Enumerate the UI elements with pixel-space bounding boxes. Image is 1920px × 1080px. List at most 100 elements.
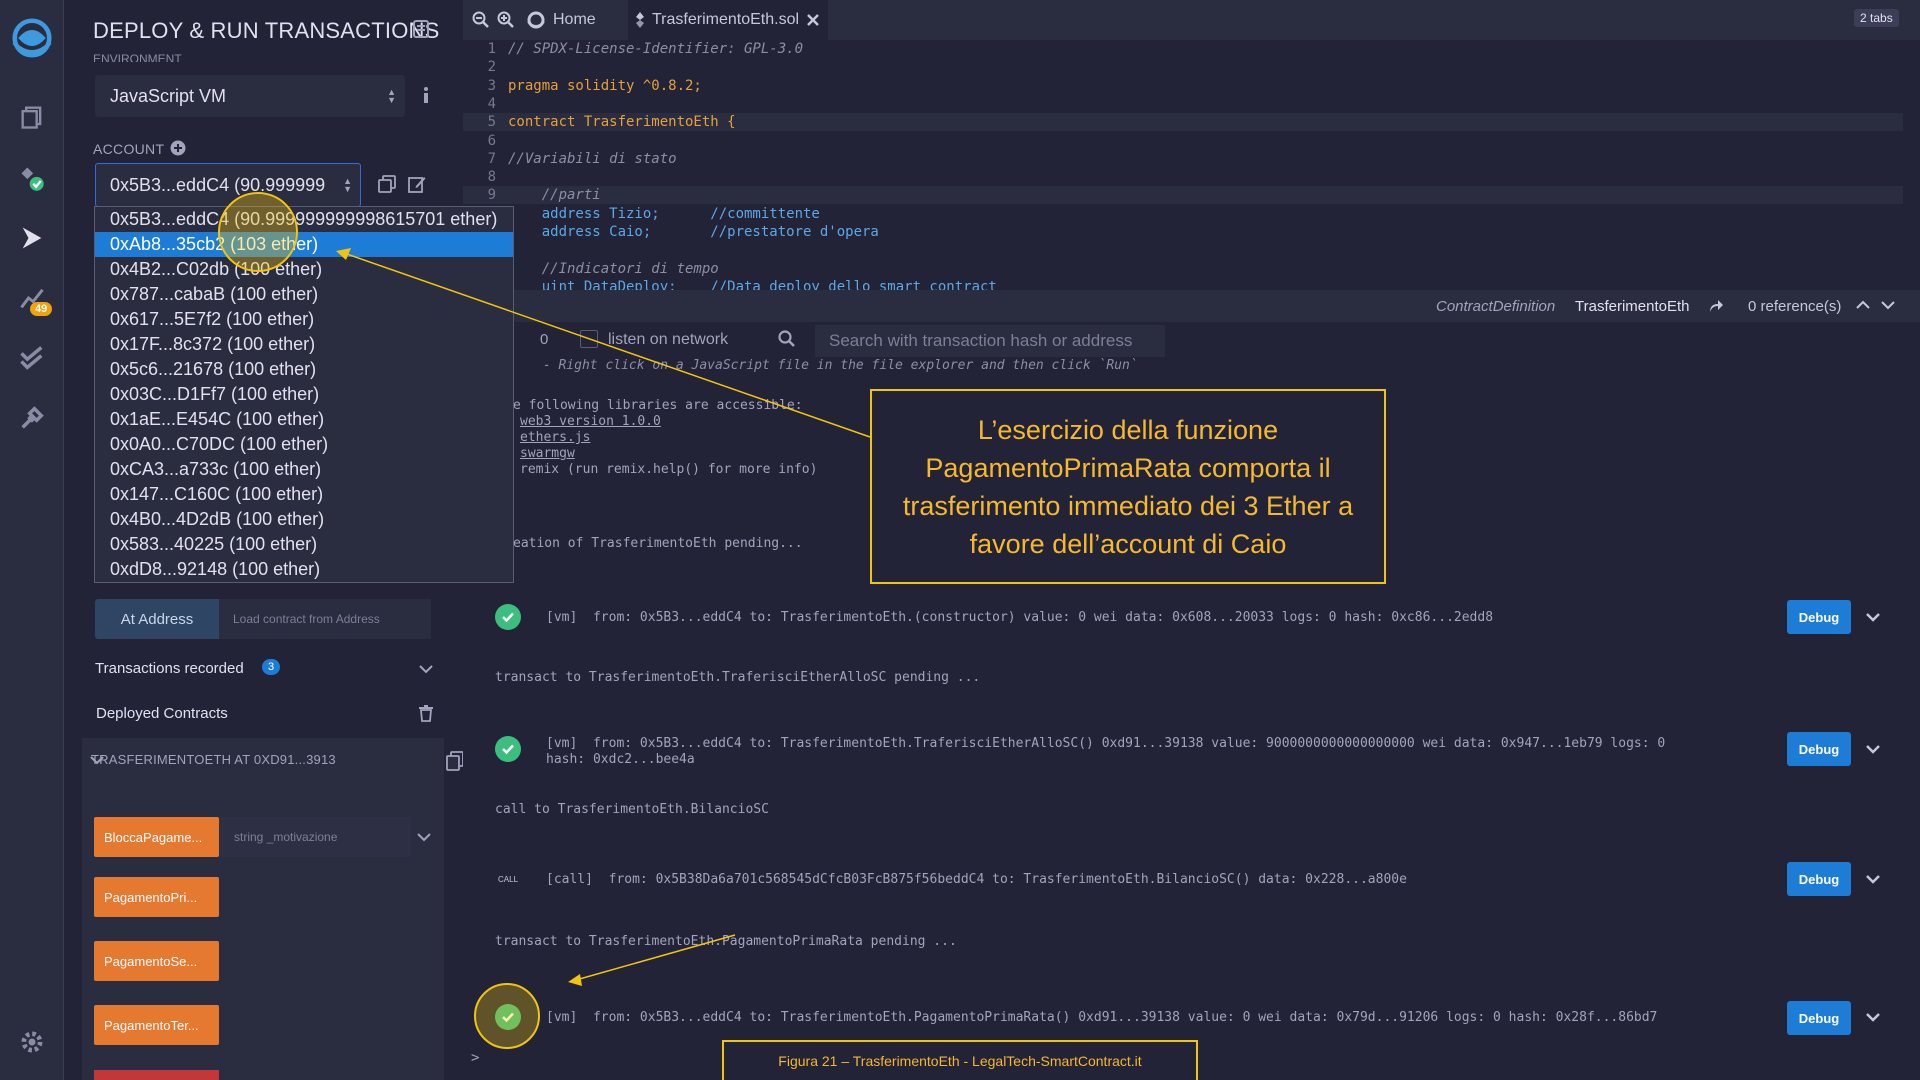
contract-instance-title[interactable]: TRASFERIMENTOETH AT 0XD91...3913 — [91, 752, 336, 767]
transactions-recorded-label[interactable]: Transactions recorded — [95, 660, 244, 677]
account-option[interactable]: 0x03C...D1Ff7 (100 ether) — [95, 382, 513, 407]
copy-address-icon[interactable] — [446, 751, 464, 771]
environment-value: JavaScript VM — [110, 85, 227, 106]
definition-name: TrasferimentoEth — [1575, 298, 1690, 315]
account-dropdown-list: 0x5B3...eddC4 (90.999999999998615701 eth… — [94, 206, 514, 583]
account-label: ACCOUNT — [93, 141, 165, 157]
copy-account-icon[interactable] — [378, 175, 396, 193]
highlight-circle — [218, 192, 298, 272]
account-option[interactable]: 0x5B3...eddC4 (90.999999999998615701 eth… — [95, 207, 513, 232]
chevron-up-icon[interactable] — [1856, 300, 1870, 310]
references-count: 0 reference(s) — [1748, 298, 1842, 315]
info-icon[interactable] — [419, 85, 433, 105]
trash-icon[interactable] — [418, 704, 434, 722]
chevron-down-icon[interactable] — [1866, 874, 1880, 884]
code-text: contract TrasferimentoEth { — [508, 114, 736, 131]
chevron-down-icon[interactable] — [1866, 612, 1880, 622]
code-line: 8 — [463, 168, 1903, 186]
chevron-down-icon[interactable] — [1866, 744, 1880, 754]
zoom-out-icon[interactable] — [472, 11, 490, 29]
chevron-down-icon[interactable] — [1881, 300, 1895, 310]
debug-button[interactable]: Debug — [1787, 732, 1851, 766]
code-line: 1 // SPDX-License-Identifier: GPL-3.0 — [463, 40, 1903, 58]
function-button-pagamento-prima-rata[interactable]: PagamentoPri... — [94, 877, 219, 917]
settings-icon[interactable] — [12, 1022, 52, 1062]
code-text: //parti — [508, 187, 601, 204]
plugin-icon[interactable] — [12, 398, 52, 438]
load-contract-address-input[interactable]: Load contract from Address — [219, 599, 431, 639]
account-option[interactable]: 0x147...C160C (100 ether) — [95, 482, 513, 507]
line-number: 6 — [487, 132, 496, 149]
chevron-down-icon[interactable] — [1866, 1012, 1880, 1022]
library-link-swarmgw[interactable]: swarmgw — [520, 446, 575, 461]
analysis-badge: 49 — [30, 302, 53, 316]
terminal-search-input[interactable]: Search with transaction hash or address — [815, 325, 1165, 357]
debug-button[interactable]: Debug — [1787, 600, 1851, 634]
function-button-pagamento-terza-rata[interactable]: PagamentoTer... — [94, 1005, 219, 1045]
account-option[interactable]: 0x0A0...C70DC (100 ether) — [95, 432, 513, 457]
account-option[interactable]: 0xdD8...92148 (100 ether) — [95, 557, 513, 582]
search-icon — [778, 330, 795, 347]
account-option[interactable]: 0x4B0...4D2dB (100 ether) — [95, 507, 513, 532]
panel-title: DEPLOY & RUN TRANSACTIONS — [93, 18, 440, 43]
account-option[interactable]: 0x5c6...21678 (100 ether) — [95, 357, 513, 382]
docs-icon[interactable] — [413, 20, 429, 38]
chevron-down-icon[interactable] — [417, 832, 431, 842]
remix-logo-icon[interactable] — [6, 12, 58, 64]
code-line: 4 — [463, 95, 1903, 113]
terminal-text: call to TrasferimentoEth.BilancioSC — [495, 802, 769, 817]
tabs-count-dropdown[interactable]: 2 tabs — [1854, 9, 1899, 27]
account-option[interactable]: 0x583...40225 (100 ether) — [95, 532, 513, 557]
account-option[interactable]: 0x17F...8c372 (100 ether) — [95, 332, 513, 357]
debug-button[interactable]: Debug — [1787, 1001, 1851, 1035]
at-address-button[interactable]: At Address — [95, 599, 219, 639]
add-account-icon[interactable] — [170, 140, 186, 156]
tab-trasferimento[interactable]: TrasferimentoEth.sol — [628, 0, 828, 40]
success-check-icon — [495, 604, 521, 630]
definition-kind: ContractDefinition — [1436, 298, 1556, 315]
deployed-contracts-label: Deployed Contracts — [96, 705, 228, 722]
account-option[interactable]: 0xAb8...35cb2 (103 ether) — [95, 232, 513, 257]
terminal-text: transact to TrasferimentoEth.TraferisciE… — [495, 670, 981, 685]
tab-home[interactable]: Home — [553, 11, 596, 29]
listen-checkbox[interactable] — [580, 330, 598, 348]
account-option[interactable]: 0xCA3...a733c (100 ether) — [95, 457, 513, 482]
code-text: uint DataDeploy; //Data deploy dello sma… — [508, 278, 997, 290]
environment-select[interactable]: JavaScript VM ▲ ▼ — [95, 75, 405, 117]
line-number: 4 — [487, 95, 496, 112]
sign-message-icon[interactable] — [408, 175, 426, 193]
library-link-web3[interactable]: web3 version 1.0.0 — [520, 414, 661, 429]
file-explorer-icon[interactable] — [12, 97, 52, 137]
deploy-icon[interactable] — [12, 218, 52, 258]
call-tag: CALL — [498, 875, 519, 884]
line-number: 1 — [487, 41, 496, 57]
success-check-icon — [495, 736, 521, 762]
compiler-icon[interactable] — [12, 158, 52, 198]
code-line: 7 //Variabili di stato — [463, 150, 1903, 168]
account-option[interactable]: 0x4B2...C02db (100 ether) — [95, 257, 513, 282]
zoom-in-icon[interactable] — [497, 11, 515, 29]
account-option[interactable]: 0x1aE...E454C (100 ether) — [95, 407, 513, 432]
debug-button[interactable]: Debug — [1787, 862, 1851, 896]
account-option[interactable]: 0x787...cabaB (100 ether) — [95, 282, 513, 307]
function-button-pagamento-seconda-rata[interactable]: PagamentoSe... — [94, 941, 219, 981]
motivazione-input[interactable]: string _motivazione — [219, 817, 411, 857]
chevron-down-icon[interactable] — [419, 664, 433, 674]
goto-definition-icon[interactable] — [1708, 299, 1724, 313]
library-link-ethers[interactable]: ethers.js — [520, 430, 590, 445]
function-button-blocca-pagamento[interactable]: BloccaPagame... — [94, 817, 219, 857]
test-icon[interactable] — [12, 338, 52, 378]
close-tab-icon[interactable] — [806, 11, 820, 29]
code-text: address Caio; //prestatore d'opera — [508, 224, 879, 240]
at-address-group: At Address Load contract from Address — [95, 599, 431, 639]
code-line: uint DataDeploy; //Data deploy dello sma… — [463, 278, 1903, 290]
line-number: 3 — [487, 77, 496, 94]
remix-home-icon — [527, 11, 545, 29]
account-select[interactable]: 0x5B3...eddC4 (90.999999 ▲ ▼ — [95, 163, 361, 207]
function-button-partial[interactable] — [94, 1070, 219, 1080]
account-value: 0x5B3...eddC4 (90.999999 — [110, 174, 326, 195]
terminal-prompt[interactable]: > — [471, 1050, 479, 1066]
code-editor[interactable]: 1 // SPDX-License-Identifier: GPL-3.0 2 3 pr… — [463, 40, 1903, 290]
account-option[interactable]: 0x617...5E7f2 (100 ether) — [95, 307, 513, 332]
